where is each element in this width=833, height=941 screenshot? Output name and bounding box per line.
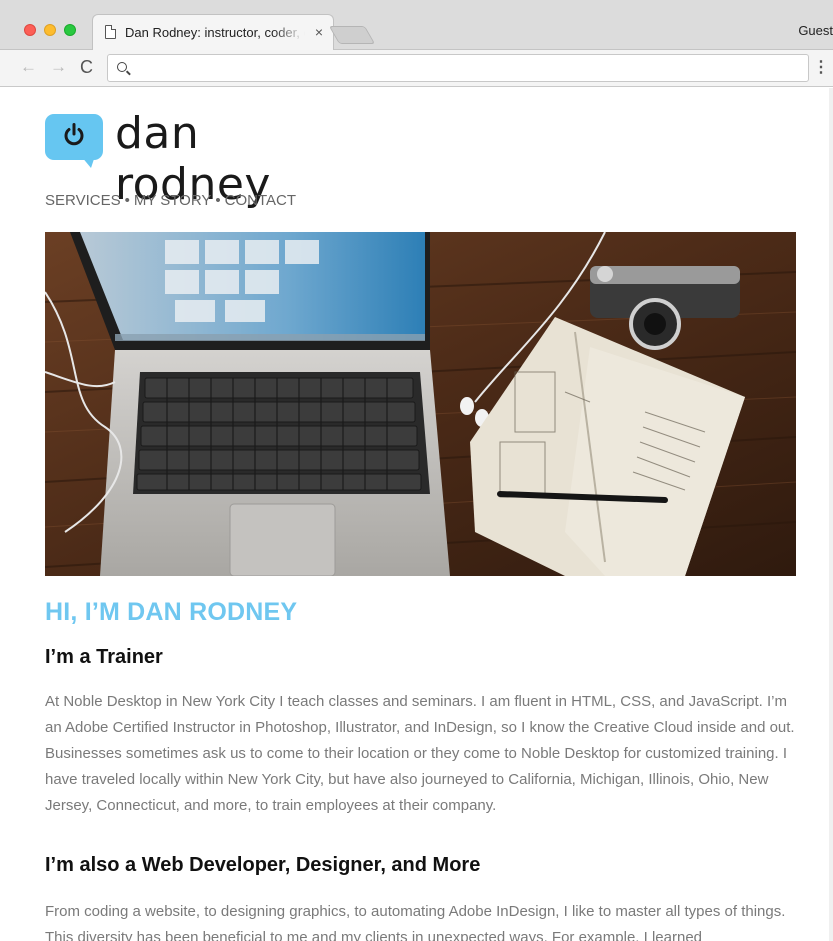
tab-close-button[interactable]: × — [315, 24, 323, 40]
profile-guest-label[interactable]: Guest — [798, 23, 833, 38]
forward-arrow-icon[interactable]: → — [50, 57, 67, 77]
browser-toolbar: ← → C ⋮ — [0, 50, 833, 87]
browser-tab-bar: Dan Rodney: instructor, coder, designer … — [0, 0, 833, 50]
hero-image — [45, 232, 796, 576]
section-heading-trainer: I’m a Trainer — [45, 646, 163, 668]
power-icon — [64, 123, 84, 146]
document-icon — [105, 25, 116, 39]
page-viewport: dan rodney SERVICES•MY STORY•CONTACT — [0, 88, 833, 941]
section-body-trainer: At Noble Desktop in New York City I teac… — [45, 693, 795, 814]
site-logo[interactable]: dan rodney — [45, 108, 365, 210]
new-tab-button[interactable] — [328, 26, 376, 44]
search-icon — [117, 62, 127, 72]
browser-menu-icon[interactable]: ⋮ — [813, 58, 829, 78]
zoom-window-button[interactable] — [64, 24, 76, 36]
site-navigation: SERVICES • MY STORY • CONTACT — [45, 192, 296, 209]
minimize-window-button[interactable] — [44, 24, 56, 36]
page-headline: HI, I’M DAN RODNEY — [45, 598, 298, 626]
address-bar[interactable] — [107, 54, 809, 82]
active-tab[interactable]: Dan Rodney: instructor, coder, designer … — [92, 14, 334, 50]
close-window-button[interactable] — [24, 24, 36, 36]
section-heading-web-developer: I’m also a Web Developer, Designer, and … — [45, 854, 481, 876]
nav-separator: • — [215, 192, 221, 209]
speech-bubble-logo-icon — [45, 114, 103, 168]
section-body-web-developer: From coding a website, to designing grap… — [45, 903, 786, 941]
page-scrollbar[interactable] — [829, 88, 833, 941]
nav-link-services[interactable]: SERVICES — [45, 192, 121, 209]
nav-link-my-story[interactable]: MY STORY — [134, 192, 212, 209]
nav-link-contact[interactable]: CONTACT — [225, 192, 296, 209]
tab-title: Dan Rodney: instructor, coder, designer — [125, 25, 305, 40]
laptop-notebook-photo — [45, 232, 796, 576]
back-arrow-icon[interactable]: ← — [20, 57, 37, 77]
reload-icon[interactable]: C — [80, 57, 93, 77]
nav-separator: • — [124, 192, 130, 209]
